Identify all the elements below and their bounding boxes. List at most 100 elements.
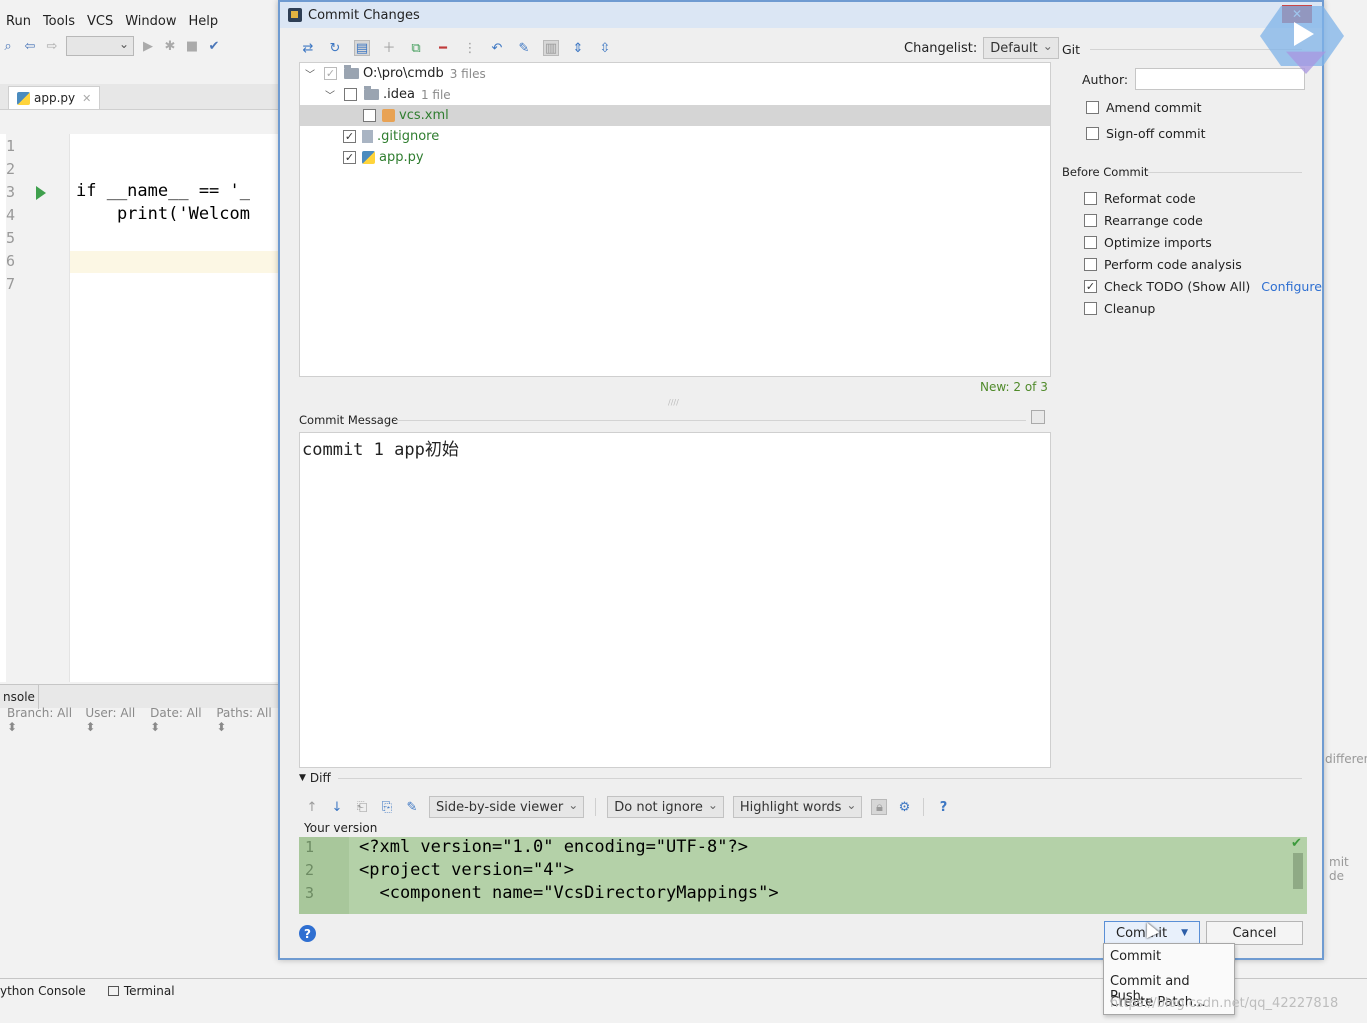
diff-viewer[interactable]: 1 2 3 <?xml version="1.0" encoding="UTF-… bbox=[299, 837, 1307, 914]
terminal-tab[interactable]: Terminal bbox=[107, 984, 175, 998]
refresh-icon[interactable]: ↻ bbox=[327, 40, 343, 56]
code-analysis-option[interactable]: Perform code analysis bbox=[1084, 257, 1242, 272]
checkbox[interactable]: ✓ bbox=[343, 130, 356, 143]
menu-tools[interactable]: Tools bbox=[37, 14, 81, 29]
user-filter[interactable]: User: All ⬍ bbox=[85, 706, 142, 734]
option-label: Reformat code bbox=[1104, 191, 1196, 206]
signoff-commit-option[interactable]: Sign-off commit bbox=[1086, 126, 1206, 141]
checkbox[interactable] bbox=[1084, 192, 1097, 205]
menu-item-commit[interactable]: Commit bbox=[1110, 949, 1161, 964]
group-by-directory-icon[interactable]: ▤ bbox=[354, 40, 370, 56]
vcs-update-icon[interactable]: ✔ bbox=[206, 38, 222, 54]
checkbox[interactable] bbox=[1084, 302, 1097, 315]
changelist-combo[interactable]: Default bbox=[983, 37, 1059, 59]
rearrange-code-option[interactable]: Rearrange code bbox=[1084, 213, 1203, 228]
branch-filter[interactable]: Branch: All ⬍ bbox=[7, 706, 77, 734]
edit-source-icon[interactable]: ✎ bbox=[516, 40, 532, 56]
stop-icon[interactable]: ■ bbox=[184, 38, 200, 54]
cancel-button[interactable]: Cancel bbox=[1206, 921, 1303, 945]
checkbox[interactable]: ✓ bbox=[324, 67, 337, 80]
checkbox[interactable] bbox=[1084, 258, 1097, 271]
ignore-whitespace-select[interactable]: Do not ignore bbox=[607, 796, 724, 818]
checkbox[interactable] bbox=[1084, 214, 1097, 227]
check-todo-option[interactable]: ✓ Check TODO (Show All) Configure bbox=[1084, 279, 1322, 294]
configure-link[interactable]: Configure bbox=[1261, 279, 1322, 294]
menu-vcs[interactable]: VCS bbox=[81, 14, 119, 29]
diff-section-header[interactable]: ▼ Diff bbox=[299, 771, 331, 785]
search-icon[interactable]: ⌕ bbox=[0, 38, 16, 54]
tree-row-root[interactable]: ﹀ ✓ O:\pro\cmdb 3 files bbox=[300, 63, 1050, 84]
tree-row-app-py[interactable]: ✓ app.py bbox=[300, 147, 1050, 168]
line-number: 6 bbox=[6, 252, 16, 270]
check-icon: ✔ bbox=[1291, 836, 1302, 851]
help-icon[interactable]: ? bbox=[935, 799, 951, 815]
preview-diff-icon[interactable]: ▥ bbox=[543, 40, 559, 56]
run-config-select[interactable] bbox=[66, 36, 134, 56]
checkbox[interactable]: ✓ bbox=[1084, 280, 1097, 293]
line-number: 1 bbox=[305, 838, 315, 856]
menu-run[interactable]: Run bbox=[0, 14, 37, 29]
run-icon[interactable]: ▶ bbox=[140, 38, 156, 54]
commit-message-input[interactable]: commit 1 app初始 bbox=[299, 432, 1051, 768]
checkbox[interactable] bbox=[1086, 127, 1099, 140]
remove-icon[interactable]: ━ bbox=[435, 40, 451, 56]
checkbox[interactable] bbox=[1084, 236, 1097, 249]
forward-icon[interactable]: ⇨ bbox=[44, 38, 60, 54]
line-number: 2 bbox=[305, 861, 315, 879]
edit-source-icon[interactable]: ✎ bbox=[404, 799, 420, 815]
previous-file-icon[interactable]: ⎗ bbox=[354, 799, 370, 815]
collapse-all-icon[interactable]: ⇳ bbox=[597, 40, 613, 56]
rollback-icon[interactable]: ↶ bbox=[489, 40, 505, 56]
code-line-3: if __name__ == '_ bbox=[76, 181, 250, 201]
checkbox[interactable] bbox=[1086, 101, 1099, 114]
lock-icon[interactable]: 🔒︎ bbox=[871, 799, 888, 815]
menu-help[interactable]: Help bbox=[182, 14, 224, 29]
menu-window[interactable]: Window bbox=[119, 14, 182, 29]
viewer-select[interactable]: Side-by-side viewer bbox=[429, 796, 585, 818]
debug-icon[interactable]: ✱ bbox=[162, 38, 178, 54]
tree-row-gitignore[interactable]: ✓ .gitignore bbox=[300, 126, 1050, 147]
splitter-handle[interactable]: //// bbox=[668, 398, 679, 407]
tree-row-vcs-xml[interactable]: vcs.xml bbox=[300, 105, 1050, 126]
recorder-logo bbox=[1260, 6, 1344, 74]
highlight-select[interactable]: Highlight words bbox=[732, 796, 863, 818]
run-gutter-icon[interactable] bbox=[36, 186, 46, 200]
changes-tree: ﹀ ✓ O:\pro\cmdb 3 files ﹀ .idea 1 file v… bbox=[299, 62, 1051, 377]
gear-icon[interactable]: ⚙ bbox=[896, 799, 912, 815]
back-icon[interactable]: ⇦ bbox=[22, 38, 38, 54]
divider bbox=[396, 420, 1026, 421]
diff-scrollbar[interactable] bbox=[1293, 853, 1303, 889]
folder-icon bbox=[364, 86, 379, 100]
date-filter[interactable]: Date: All ⬍ bbox=[150, 706, 208, 734]
arrow-down-icon[interactable]: ↓ bbox=[329, 799, 345, 815]
message-history-icon[interactable] bbox=[1031, 410, 1045, 424]
editor-tab-app-py[interactable]: app.py ✕ bbox=[8, 86, 101, 109]
next-file-icon[interactable]: ⎘ bbox=[379, 799, 395, 815]
help-button[interactable]: ? bbox=[299, 925, 316, 942]
move-changelist-icon[interactable]: ⧉ bbox=[408, 40, 424, 56]
current-line-highlight bbox=[70, 251, 278, 273]
paths-filter[interactable]: Paths: All ⬍ bbox=[216, 706, 278, 734]
checkbox[interactable] bbox=[344, 88, 357, 101]
checkbox[interactable] bbox=[363, 109, 376, 122]
add-icon[interactable]: ＋ bbox=[381, 40, 397, 56]
amend-commit-option[interactable]: Amend commit bbox=[1086, 100, 1202, 115]
line-number: 7 bbox=[6, 275, 16, 293]
group-icon[interactable]: ⋮ bbox=[462, 40, 478, 56]
tree-row-idea[interactable]: ﹀ .idea 1 file bbox=[300, 84, 1050, 105]
chevron-down-icon[interactable]: ﹀ bbox=[304, 66, 316, 81]
close-icon[interactable]: ✕ bbox=[82, 92, 91, 105]
chevron-down-icon[interactable]: ﹀ bbox=[324, 87, 336, 102]
optimize-imports-option[interactable]: Optimize imports bbox=[1084, 235, 1212, 250]
python-console-tab[interactable]: ython Console bbox=[0, 984, 86, 998]
code-editor[interactable]: 1 2 3 4 5 6 7 if __name__ == '_ print('W… bbox=[0, 134, 278, 682]
reformat-code-option[interactable]: Reformat code bbox=[1084, 191, 1196, 206]
cleanup-option[interactable]: Cleanup bbox=[1084, 301, 1155, 316]
show-diff-icon[interactable]: ⇄ bbox=[300, 40, 316, 56]
console-tab[interactable]: nsole bbox=[0, 684, 39, 709]
checkbox[interactable]: ✓ bbox=[343, 151, 356, 164]
arrow-up-icon[interactable]: ↑ bbox=[304, 799, 320, 815]
caret-down-icon[interactable]: ▼ bbox=[1181, 928, 1188, 938]
tree-item-name: .idea bbox=[383, 87, 415, 102]
expand-all-icon[interactable]: ⇕ bbox=[570, 40, 586, 56]
